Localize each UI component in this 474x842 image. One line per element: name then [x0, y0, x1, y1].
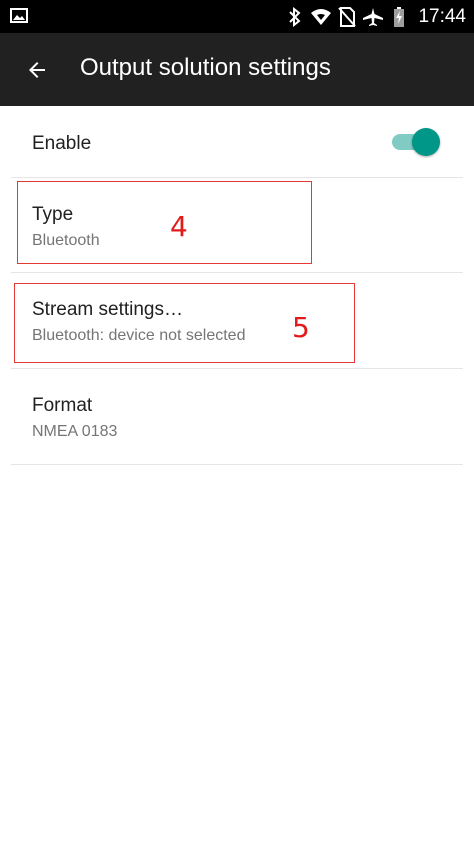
- status-bar: 17:44: [0, 0, 474, 33]
- airplane-icon: [362, 6, 384, 28]
- battery-icon: [388, 6, 410, 28]
- status-time: 17:44: [418, 5, 466, 27]
- format-title: Format: [32, 395, 93, 416]
- app-bar: Output solution settings: [0, 33, 474, 106]
- image-notification-icon: [10, 8, 28, 23]
- status-icons: 17:44: [280, 0, 466, 33]
- format-row[interactable]: Format NMEA 0183: [0, 369, 474, 464]
- back-button[interactable]: [14, 47, 60, 93]
- divider: [11, 464, 463, 465]
- switch-thumb: [412, 128, 440, 156]
- no-sim-icon: [336, 6, 358, 28]
- annotation-box-type: [17, 181, 312, 264]
- wifi-icon: [310, 6, 332, 28]
- page-title: Output solution settings: [80, 54, 331, 81]
- bluetooth-icon: [284, 6, 306, 28]
- arrow-back-icon: [29, 62, 45, 78]
- annotation-number-4: 4: [170, 210, 188, 243]
- enable-switch[interactable]: [392, 127, 440, 157]
- annotation-number-5: 5: [292, 311, 310, 344]
- format-summary: NMEA 0183: [32, 423, 118, 440]
- enable-label: Enable: [32, 133, 92, 154]
